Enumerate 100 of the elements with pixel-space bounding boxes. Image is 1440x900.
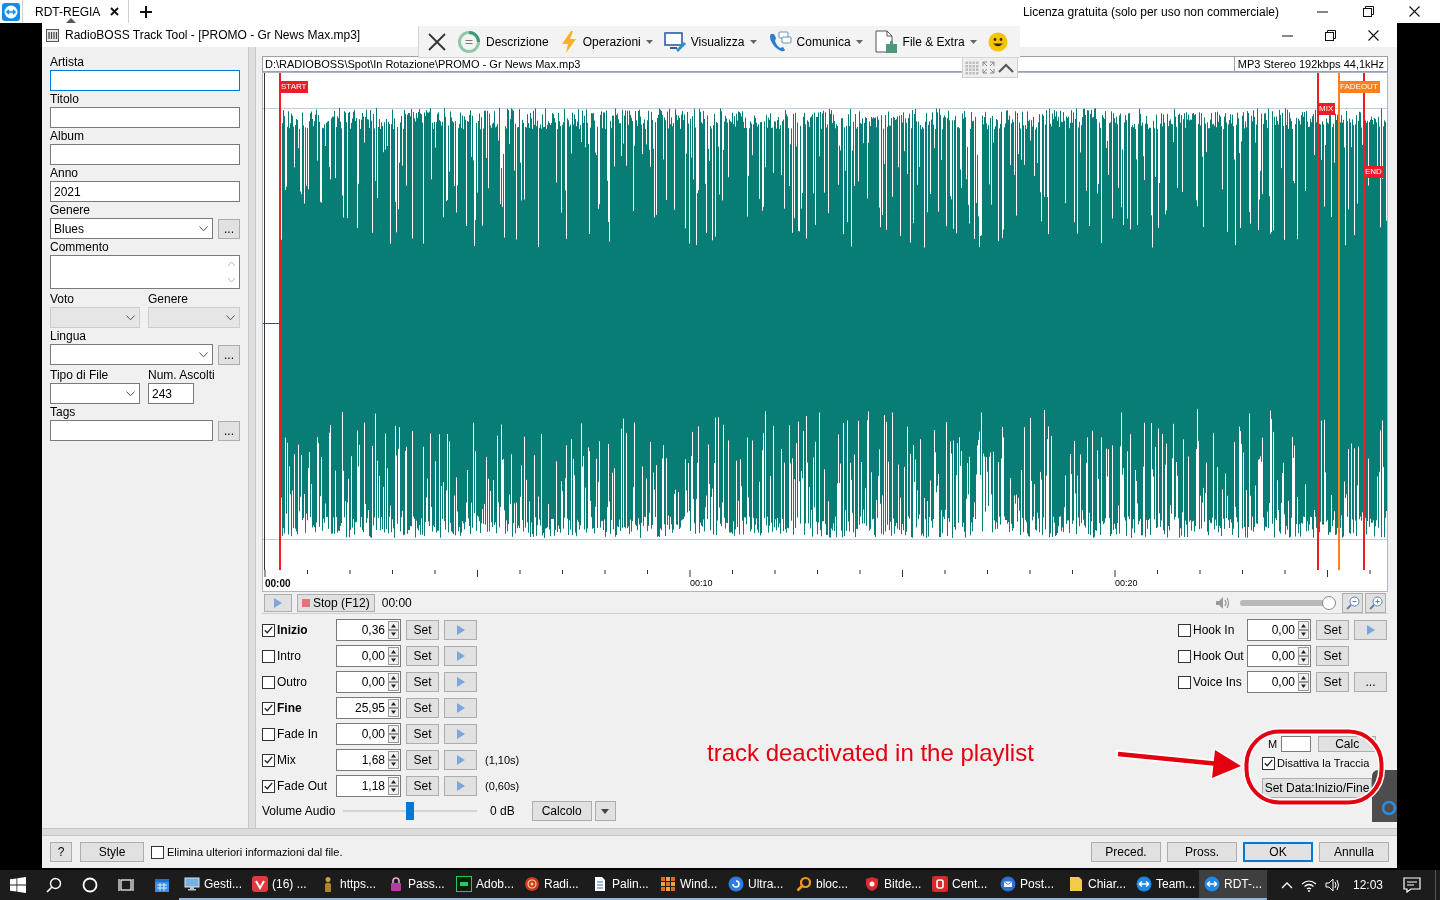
more-button[interactable]: ... bbox=[1354, 672, 1387, 692]
taskbar-app-button[interactable]: Palin... bbox=[587, 870, 655, 900]
dropdown-field[interactable] bbox=[50, 383, 140, 404]
set-button[interactable]: Set bbox=[406, 724, 439, 744]
spinner-icon[interactable] bbox=[388, 621, 399, 639]
spinner-icon[interactable] bbox=[388, 725, 399, 743]
spinner-icon[interactable] bbox=[388, 647, 399, 665]
dialog-button[interactable]: Annulla bbox=[1319, 842, 1389, 862]
taskbar-app-button[interactable]: Ultra... bbox=[723, 870, 791, 900]
volume-audio-slider[interactable] bbox=[343, 800, 477, 822]
close-icon[interactable] bbox=[1368, 29, 1379, 41]
zoom-out-button[interactable] bbox=[1342, 592, 1363, 613]
taskbar-app-button[interactable]: Radi... bbox=[519, 870, 587, 900]
expand-icon[interactable] bbox=[982, 61, 995, 74]
browse-button[interactable]: ... bbox=[218, 344, 240, 365]
toolbar-menu[interactable]: File & Extra bbox=[873, 29, 977, 54]
number-field[interactable]: 0,00 bbox=[1247, 645, 1311, 667]
restore-icon[interactable] bbox=[1362, 6, 1374, 17]
smiley-icon[interactable] bbox=[987, 31, 1008, 52]
toolbar-menu[interactable]: Visualizza bbox=[663, 30, 757, 53]
browse-button[interactable]: ... bbox=[218, 420, 240, 441]
grid-dots-icon[interactable] bbox=[965, 60, 979, 75]
dialog-button[interactable]: Preced. bbox=[1091, 842, 1161, 862]
spinner-icon[interactable] bbox=[388, 699, 399, 717]
taskbar-app-button[interactable]: Gesti... bbox=[179, 870, 247, 900]
help-button[interactable]: ? bbox=[50, 842, 72, 862]
toolbar-menu[interactable]: Operazioni bbox=[559, 30, 653, 53]
set-button[interactable]: Set bbox=[406, 672, 439, 692]
checkbox[interactable] bbox=[262, 779, 275, 793]
taskbar-app-button[interactable]: Pass... bbox=[383, 870, 451, 900]
checkbox[interactable] bbox=[1178, 675, 1191, 689]
checkbox[interactable] bbox=[262, 623, 275, 637]
set-button[interactable]: Set bbox=[406, 698, 439, 718]
dropdown-field[interactable]: Blues bbox=[50, 218, 213, 239]
restore-icon[interactable] bbox=[1325, 29, 1336, 41]
checkbox[interactable] bbox=[262, 675, 275, 689]
spinner-icon[interactable] bbox=[388, 751, 399, 769]
checkbox[interactable] bbox=[262, 701, 275, 715]
number-field[interactable]: 1,68 bbox=[336, 749, 401, 771]
taskbar-app-button[interactable]: Post... bbox=[995, 870, 1063, 900]
set-button[interactable]: Set bbox=[406, 646, 439, 666]
wifi-icon[interactable] bbox=[1300, 878, 1317, 892]
start-icon[interactable] bbox=[10, 877, 26, 893]
browse-button[interactable]: ... bbox=[218, 218, 240, 239]
close-icon[interactable] bbox=[428, 32, 446, 51]
set-button[interactable]: Set bbox=[406, 776, 439, 796]
number-field[interactable]: 0,00 bbox=[1247, 671, 1311, 693]
text-field[interactable] bbox=[50, 420, 213, 441]
memo-field[interactable] bbox=[50, 255, 240, 289]
taskbar-app-button[interactable]: Adob... bbox=[451, 870, 519, 900]
spinner-icon[interactable] bbox=[388, 777, 399, 795]
text-field[interactable] bbox=[50, 107, 240, 128]
checkbox[interactable] bbox=[151, 845, 164, 859]
taskbar-app-button[interactable]: https... bbox=[315, 870, 383, 900]
cue-marker-line[interactable] bbox=[279, 73, 281, 570]
dialog-button[interactable]: OK bbox=[1243, 842, 1313, 862]
preview-volume-slider[interactable] bbox=[1240, 595, 1336, 610]
cue-marker-label[interactable]: START bbox=[279, 81, 309, 93]
set-button[interactable]: Set bbox=[406, 750, 439, 770]
close-icon[interactable] bbox=[1408, 6, 1420, 17]
taskbar-app-button[interactable]: Cent... bbox=[927, 870, 995, 900]
taskbar-app-button[interactable]: Chiar... bbox=[1063, 870, 1131, 900]
set-button[interactable]: Set bbox=[406, 620, 439, 640]
number-field[interactable]: 25,95 bbox=[336, 697, 401, 719]
dialog-button[interactable]: Pross. bbox=[1167, 842, 1237, 862]
text-field[interactable] bbox=[1281, 736, 1312, 752]
chevron-up-icon[interactable] bbox=[998, 62, 1014, 73]
cue-marker-line[interactable] bbox=[1338, 73, 1340, 570]
dropdown-button[interactable] bbox=[594, 801, 616, 821]
calculate-button[interactable]: Calcolo bbox=[531, 801, 592, 821]
toolbar-menu[interactable]: Descrizione bbox=[457, 29, 549, 54]
spinner-icon[interactable] bbox=[1298, 621, 1309, 639]
taskbar-app-button[interactable]: RDT-... bbox=[1199, 870, 1267, 900]
zoom-in-button[interactable] bbox=[1365, 592, 1386, 613]
checkbox[interactable] bbox=[1262, 756, 1275, 770]
spinner-icon[interactable] bbox=[1298, 673, 1309, 691]
style-button[interactable]: Style bbox=[80, 842, 144, 862]
number-field[interactable]: 1,18 bbox=[336, 775, 401, 797]
stop-button[interactable]: Stop (F12) bbox=[297, 593, 375, 612]
task-view-icon[interactable] bbox=[118, 877, 134, 893]
slider-thumb[interactable] bbox=[406, 802, 414, 820]
taskbar-app-button[interactable]: Wind... bbox=[655, 870, 723, 900]
checkbox[interactable] bbox=[262, 727, 275, 741]
number-field[interactable]: 0,36 bbox=[336, 619, 401, 641]
set-button[interactable]: Set bbox=[1316, 620, 1349, 640]
waveform-view[interactable]: START MIX FADEOUT END 00:00 00:10 00:20 bbox=[262, 72, 1388, 592]
dropdown-field[interactable] bbox=[50, 344, 213, 365]
speaker-icon[interactable] bbox=[1324, 878, 1341, 892]
slider-thumb[interactable] bbox=[1322, 595, 1336, 610]
set-button[interactable]: Set bbox=[1316, 646, 1349, 666]
notification-icon[interactable] bbox=[1403, 877, 1421, 893]
cue-marker-label[interactable]: MIX bbox=[1317, 103, 1336, 115]
taskbar-app-button[interactable]: bloc... bbox=[791, 870, 859, 900]
checkbox[interactable] bbox=[262, 753, 275, 767]
set-data-button[interactable]: Set Data:Inizio/Fine bbox=[1262, 778, 1372, 798]
set-button[interactable]: Set bbox=[1316, 672, 1349, 692]
taskbar-app-button[interactable]: Bitde... bbox=[859, 870, 927, 900]
number-field[interactable]: 0,00 bbox=[336, 723, 401, 745]
text-field[interactable] bbox=[50, 70, 240, 91]
plus-icon[interactable] bbox=[140, 5, 153, 18]
